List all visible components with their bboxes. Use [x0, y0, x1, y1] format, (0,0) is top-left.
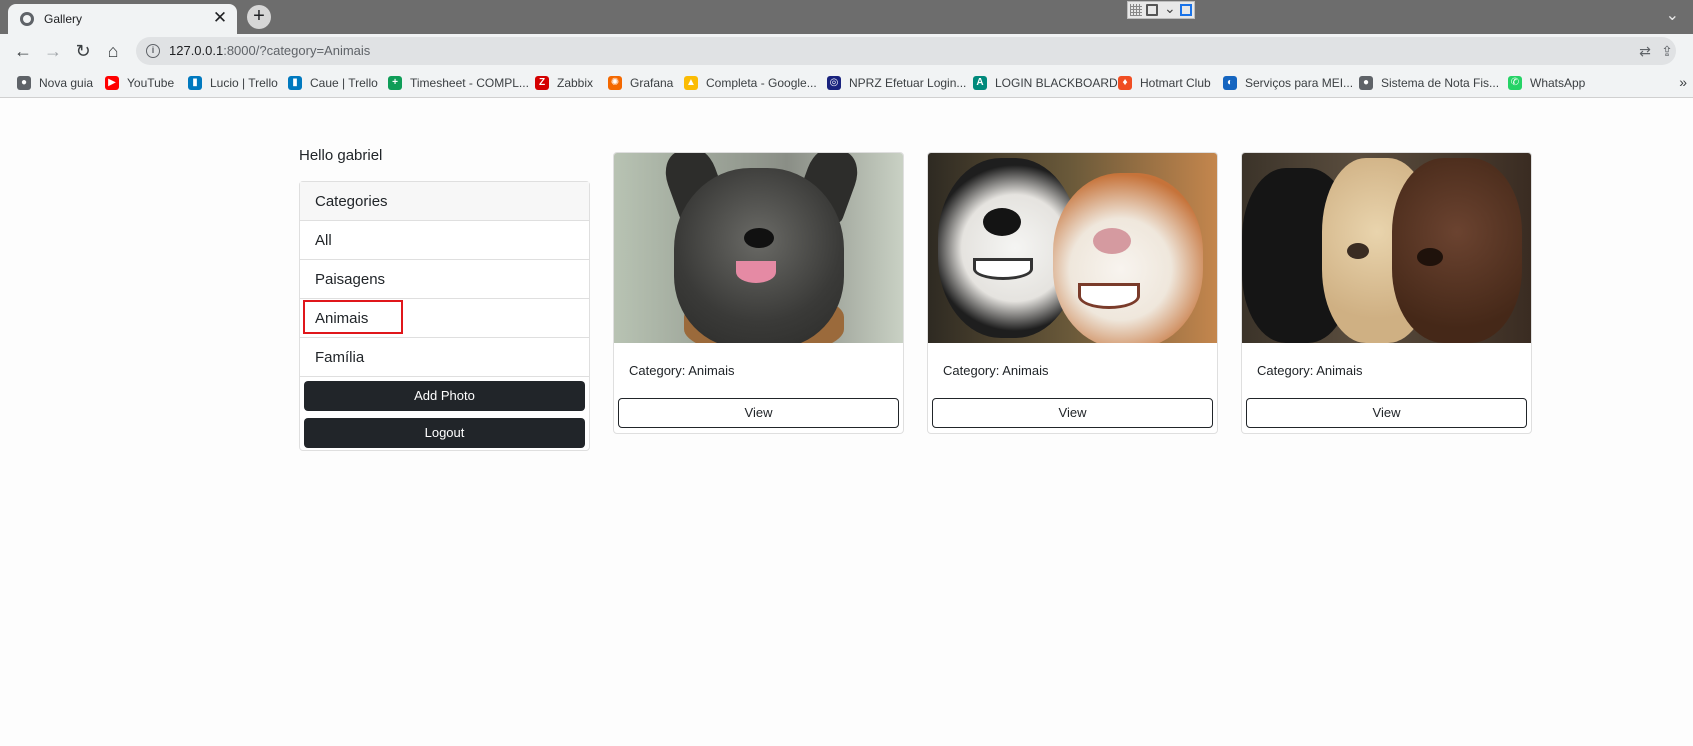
tab-title: Gallery — [44, 12, 83, 26]
blackboard-icon: A — [973, 76, 987, 90]
bookmark-label: WhatsApp — [1530, 76, 1586, 90]
trello-icon: ▮ — [188, 76, 202, 90]
bookmark-label: Lucio | Trello — [210, 76, 278, 90]
category-label: All — [315, 232, 332, 249]
translate-icon[interactable]: ⇄ — [1637, 43, 1653, 59]
view-button[interactable]: View — [1246, 398, 1527, 428]
globe-icon: ● — [1359, 76, 1373, 90]
bookmark-label: Timesheet - COMPL... — [410, 76, 529, 90]
grid-icon[interactable] — [1130, 4, 1142, 16]
photo-category: Category: Animais — [629, 363, 735, 378]
grafana-icon: ✺ — [608, 76, 622, 90]
nprz-icon: ◎ — [827, 76, 841, 90]
bookmark-label: Grafana — [630, 76, 674, 90]
bookmark-label: NPRZ Efetuar Login... — [849, 76, 967, 90]
address-bar[interactable]: i 127.0.0.1:8000/?category=Animais ⇄ ⇪ — [136, 37, 1676, 65]
view-button[interactable]: View — [932, 398, 1213, 428]
categories-card: Categories All Paisagens Animais Família… — [299, 181, 590, 451]
globe-icon: ● — [17, 76, 31, 90]
zabbix-icon: Z — [535, 76, 549, 90]
drive-icon: ▲ — [684, 76, 698, 90]
back-icon[interactable]: ← — [10, 38, 36, 64]
category-label: Paisagens — [315, 271, 386, 288]
photo-card: Category: Animais View — [613, 152, 904, 434]
bookmark-label: Serviços para MEI... — [1245, 76, 1354, 90]
dogs-photo — [928, 153, 1217, 343]
category-item-all[interactable]: All — [300, 221, 589, 260]
share-icon[interactable]: ⇪ — [1659, 43, 1675, 59]
categories-header: Categories — [300, 182, 589, 221]
globe-icon — [20, 12, 34, 26]
bookmark-label: Hotmart Club — [1140, 76, 1211, 90]
category-item-paisagens[interactable]: Paisagens — [300, 260, 589, 299]
reload-icon[interactable]: ↻ — [70, 38, 96, 64]
bookmark-label: Zabbix — [557, 76, 594, 90]
greeting-text: Hello gabriel — [299, 147, 383, 164]
photo-category: Category: Animais — [1257, 363, 1363, 378]
bookmark-label: Completa - Google... — [706, 76, 817, 90]
category-item-animais[interactable]: Animais — [300, 299, 589, 338]
youtube-icon: ▶ — [105, 76, 119, 90]
view-button[interactable]: View — [618, 398, 899, 428]
browser-tab-gallery[interactable]: Gallery ✕ — [8, 4, 237, 34]
page-viewport: Hello gabriel Categories All Paisagens A… — [0, 99, 1693, 746]
labradors-photo — [1242, 153, 1531, 343]
chevron-down-icon[interactable]: ⌄ — [1164, 1, 1176, 15]
browser-toolbar: ← → ↻ ⌂ i 127.0.0.1:8000/?category=Anima… — [0, 34, 1693, 68]
photo-card: Category: Animais View — [927, 152, 1218, 434]
bookmark-label: Caue | Trello — [310, 76, 378, 90]
url-text[interactable]: 127.0.0.1:8000/?category=Animais — [169, 43, 370, 58]
gov-icon: ◐ — [1223, 76, 1237, 90]
category-item-familia[interactable]: Família — [300, 338, 589, 377]
bookmarks-more-icon[interactable]: » — [1679, 74, 1687, 90]
whatsapp-icon: ✆ — [1508, 76, 1522, 90]
bookmark-label: Nova guia — [39, 76, 94, 90]
bookmark-label: Sistema de Nota Fis... — [1381, 76, 1500, 90]
logout-button[interactable]: Logout — [304, 418, 585, 448]
tab-strip: Gallery ✕ + ⌄ ⌄ — [0, 0, 1693, 34]
bookmark-label: LOGIN BLACKBOARD — [995, 76, 1118, 90]
bookmarks-bar: » ● Nova guia ▶ YouTube ▮ Lucio | Trello ▮ Caue… — [0, 68, 1693, 98]
selection-highlight — [303, 300, 403, 334]
forward-icon[interactable]: → — [40, 38, 66, 64]
tab-close-icon[interactable]: ✕ — [211, 9, 229, 27]
monitor-icon[interactable] — [1180, 4, 1192, 16]
dog-photo — [614, 153, 903, 343]
hotmart-icon: ♦ — [1118, 76, 1132, 90]
sheets-icon: + — [388, 76, 402, 90]
home-icon[interactable]: ⌂ — [100, 38, 126, 64]
remote-desktop-controls: ⌄ — [1127, 1, 1195, 19]
photo-category: Category: Animais — [943, 363, 1049, 378]
new-tab-button[interactable]: + — [247, 5, 271, 29]
tab-search-chevron-icon[interactable]: ⌄ — [1666, 5, 1679, 25]
photo-card: Category: Animais View — [1241, 152, 1532, 434]
category-label: Família — [315, 349, 365, 366]
fullscreen-icon[interactable] — [1146, 4, 1158, 16]
site-info-icon[interactable]: i — [146, 44, 160, 58]
trello-icon: ▮ — [288, 76, 302, 90]
bookmark-label: YouTube — [127, 76, 175, 90]
add-photo-button[interactable]: Add Photo — [304, 381, 585, 411]
